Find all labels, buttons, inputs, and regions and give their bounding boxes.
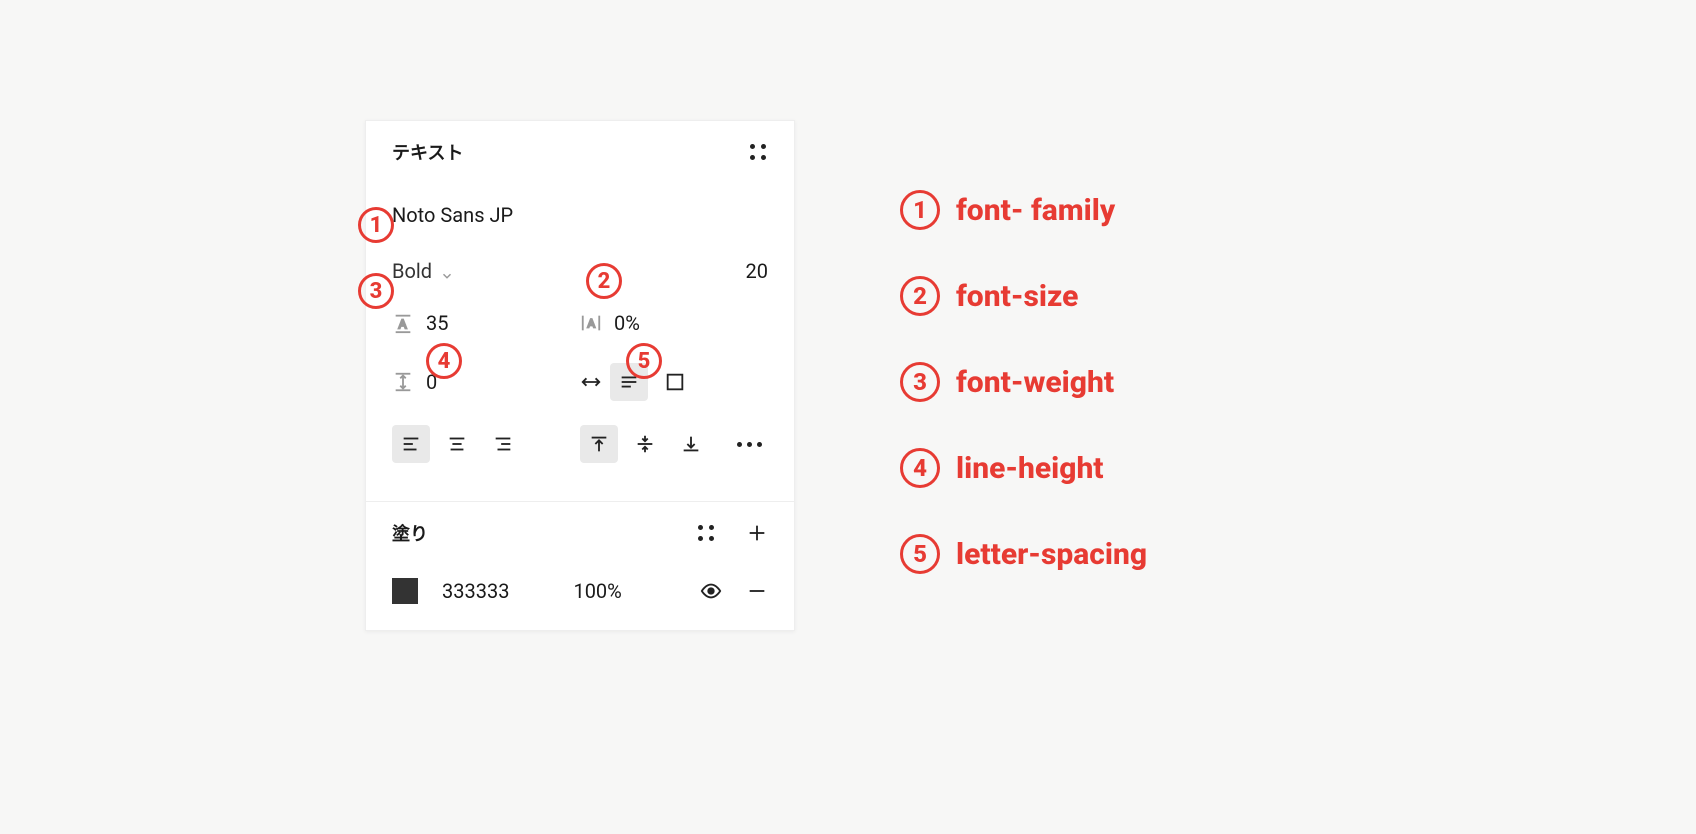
auto-width-icon xyxy=(580,371,602,393)
legend-item: 2 font-size xyxy=(900,276,1147,316)
paragraph-spacing-value: 0 xyxy=(426,370,437,394)
auto-height-button[interactable] xyxy=(610,363,648,401)
legend-item: 1 font- family xyxy=(900,190,1147,230)
svg-text:A: A xyxy=(587,317,595,331)
legend-badge: 1 xyxy=(900,190,940,230)
valign-middle-button[interactable] xyxy=(626,425,664,463)
remove-fill-button[interactable] xyxy=(746,580,768,602)
fixed-size-button[interactable] xyxy=(656,363,694,401)
font-family-value: Noto Sans JP xyxy=(392,203,513,227)
legend-badge: 4 xyxy=(900,448,940,488)
letter-spacing-value: 0% xyxy=(614,311,640,335)
add-fill-button[interactable] xyxy=(746,522,768,544)
font-family-dropdown[interactable]: Noto Sans JP xyxy=(392,203,768,227)
line-height-icon: A xyxy=(392,312,414,334)
letter-spacing-input[interactable]: A 0% xyxy=(580,311,768,335)
annotation-legend: 1 font- family 2 font-size 3 font-weight… xyxy=(900,190,1147,620)
svg-text:A: A xyxy=(398,318,407,333)
more-options-button[interactable] xyxy=(730,442,768,447)
fill-color-swatch[interactable] xyxy=(392,578,418,604)
paragraph-spacing-input[interactable]: 0 xyxy=(392,370,580,394)
chevron-down-icon xyxy=(440,264,454,278)
valign-top-button[interactable] xyxy=(580,425,618,463)
legend-badge: 3 xyxy=(900,362,940,402)
font-weight-dropdown[interactable]: Bold xyxy=(392,259,454,283)
text-section-title: テキスト xyxy=(392,139,463,165)
style-icon[interactable] xyxy=(748,142,768,162)
annotation-badge-3: 3 xyxy=(358,273,394,309)
align-left-button[interactable] xyxy=(392,425,430,463)
text-section-body: 1 Noto Sans JP 3 2 Bold 20 4 5 xyxy=(366,203,794,483)
text-section-header: テキスト xyxy=(366,121,794,173)
annotation-badge-1: 1 xyxy=(358,207,394,243)
font-size-value: 20 xyxy=(746,259,768,283)
align-center-button[interactable] xyxy=(438,425,476,463)
legend-label: font-weight xyxy=(956,365,1114,400)
fill-section-body: 333333 100% xyxy=(366,546,794,630)
legend-item: 3 font-weight xyxy=(900,362,1147,402)
legend-badge: 2 xyxy=(900,276,940,316)
font-size-input[interactable]: 20 xyxy=(708,259,768,283)
fill-row: 333333 100% xyxy=(392,578,768,604)
fill-color-hex[interactable]: 333333 xyxy=(442,579,509,603)
valign-bottom-button[interactable] xyxy=(672,425,710,463)
visibility-toggle-icon[interactable] xyxy=(700,580,722,602)
legend-item: 4 line-height xyxy=(900,448,1147,488)
legend-item: 5 letter-spacing xyxy=(900,534,1147,574)
legend-label: font- family xyxy=(956,193,1115,228)
font-weight-value: Bold xyxy=(392,259,432,283)
paragraph-spacing-icon xyxy=(392,371,414,393)
text-properties-panel: テキスト 1 Noto Sans JP 3 2 Bold 20 xyxy=(365,120,795,631)
line-height-value: 35 xyxy=(426,311,448,335)
fill-section-header: 塗り xyxy=(366,502,794,546)
letter-spacing-icon: A xyxy=(580,312,602,334)
align-right-button[interactable] xyxy=(484,425,522,463)
line-height-input[interactable]: A 35 xyxy=(392,311,580,335)
fill-opacity-value[interactable]: 100% xyxy=(573,579,621,603)
style-icon[interactable] xyxy=(696,523,716,543)
legend-label: letter-spacing xyxy=(956,537,1147,572)
legend-label: font-size xyxy=(956,279,1078,314)
legend-label: line-height xyxy=(956,451,1104,486)
legend-badge: 5 xyxy=(900,534,940,574)
fill-section-title: 塗り xyxy=(392,520,428,546)
